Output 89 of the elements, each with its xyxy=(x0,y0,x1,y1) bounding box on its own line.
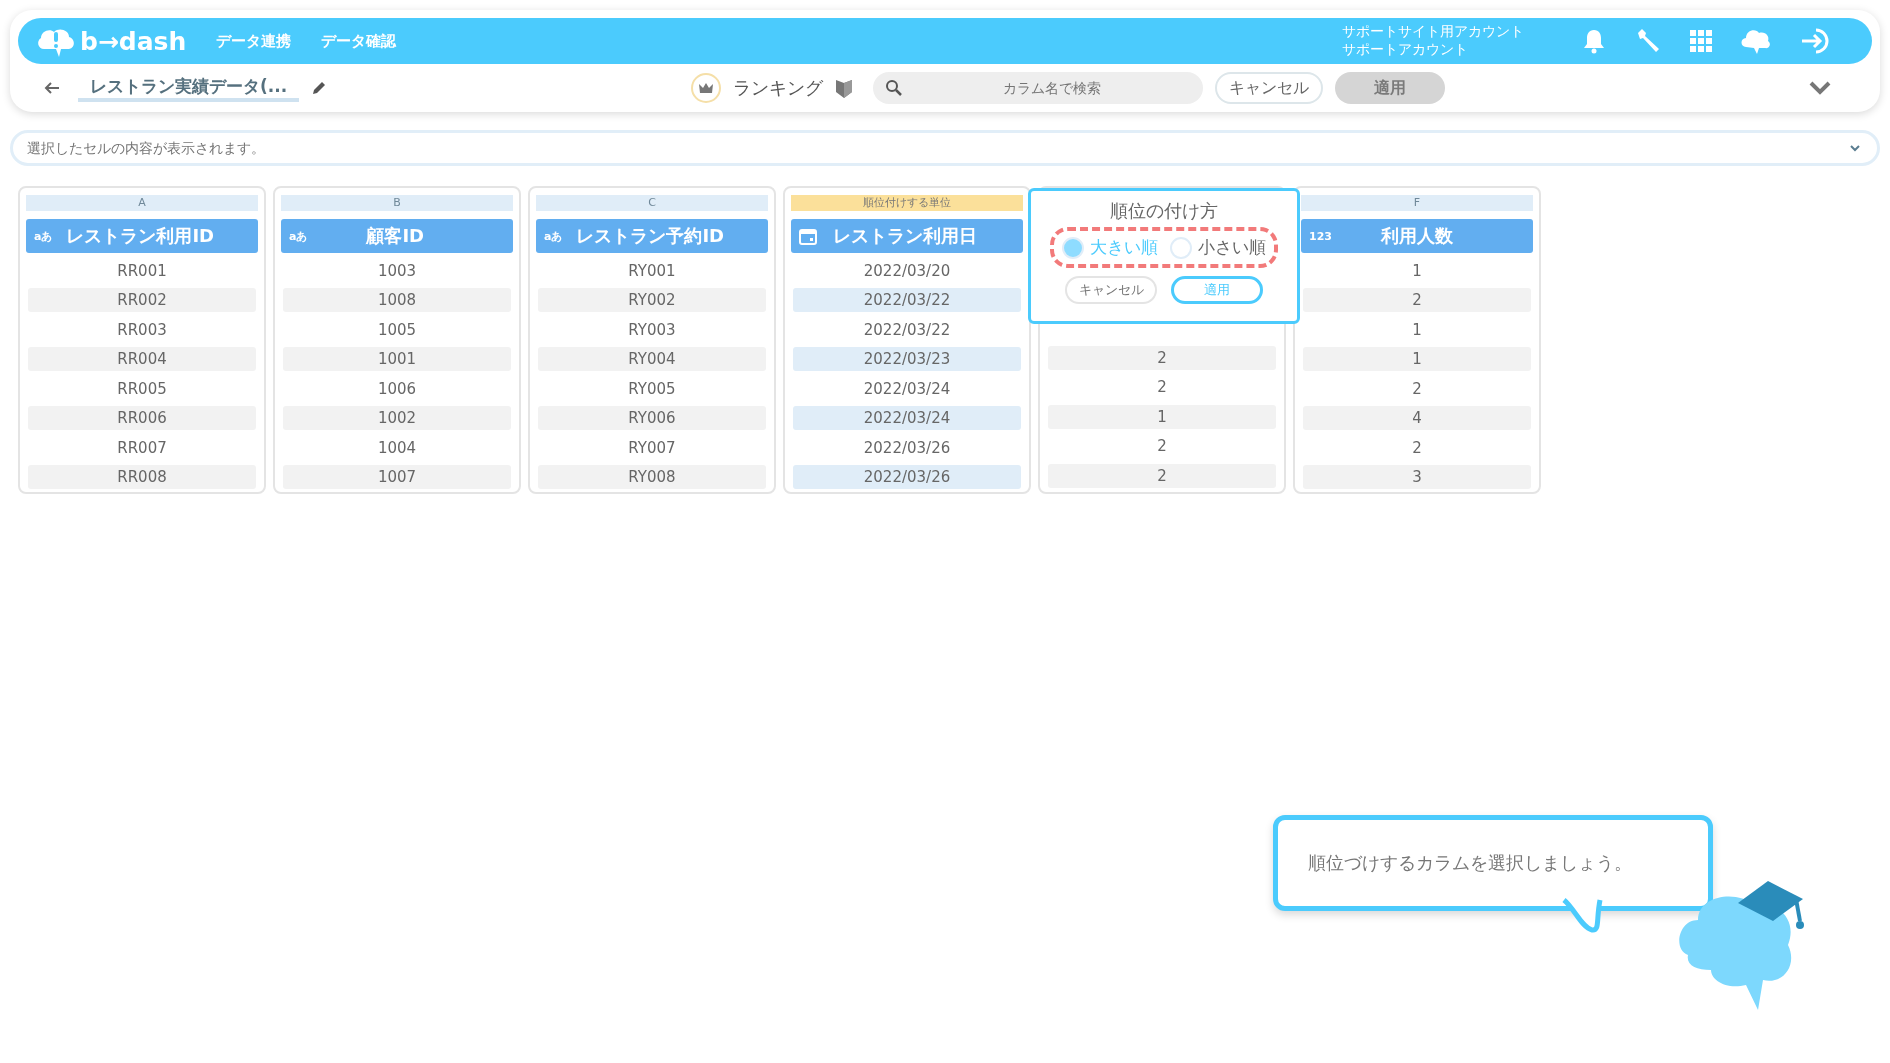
cell-content-field[interactable]: 選択したセルの内容が表示されます。 xyxy=(10,130,1880,166)
table-cell: 1 xyxy=(1048,404,1276,429)
bell-icon[interactable] xyxy=(1582,28,1606,54)
nav-link[interactable]: データ確認 xyxy=(321,31,397,51)
table-cell: 2 xyxy=(1048,345,1276,370)
column-name: 顧客ID xyxy=(365,224,426,248)
number-type-label: 123 xyxy=(1309,229,1332,243)
table-cell-text: 1 xyxy=(1411,319,1423,341)
column-letter: 順位付けする単位 xyxy=(791,195,1023,211)
table-cell-text: RR007 xyxy=(116,437,168,459)
table-cell: 2 xyxy=(1048,463,1276,488)
table-cell: 2022/03/23 xyxy=(793,347,1021,371)
column-letter: A xyxy=(26,195,258,211)
table-cell: 2022/03/26 xyxy=(793,465,1021,489)
table-cell: 2022/03/24 xyxy=(793,406,1021,430)
mode-label: ランキング xyxy=(732,76,823,100)
column-letter: B xyxy=(281,195,513,211)
chevron-down-icon[interactable] xyxy=(1808,80,1832,96)
table-cell: RR004 xyxy=(28,347,256,371)
column-header[interactable]: 123 利用人数 xyxy=(1301,219,1533,253)
table-cell: RR006 xyxy=(28,406,256,430)
table-cell: 1002 xyxy=(283,406,511,430)
table-cell-text: 1006 xyxy=(376,378,418,400)
search-field[interactable]: カラム名で検索 xyxy=(872,72,1203,104)
column-name: レストラン利用ID xyxy=(65,224,216,248)
table-cell-text: RY005 xyxy=(627,378,677,400)
column-name: 利用人数 xyxy=(1379,224,1455,248)
column-header[interactable]: aあ レストラン利用ID xyxy=(26,219,258,253)
logo-text[interactable]: b→dash xyxy=(80,26,187,56)
apply-button[interactable]: 適用 xyxy=(1171,276,1263,304)
table-cell-text: RR003 xyxy=(116,319,168,341)
table-cell: RY002 xyxy=(538,288,766,312)
table-cell: 4 xyxy=(1303,406,1531,430)
table-cell-text: 2 xyxy=(1156,377,1168,398)
table-cell-text: 2022/03/26 xyxy=(862,437,952,459)
calendar-icon xyxy=(799,227,817,245)
text-type-label: aあ xyxy=(289,228,308,244)
table-cell: 1 xyxy=(1303,347,1531,371)
column-letter: F xyxy=(1301,195,1533,211)
table-cell: 1007 xyxy=(283,465,511,489)
text-type-label: aあ xyxy=(34,228,53,244)
table-cell-text: 2022/03/20 xyxy=(862,260,952,282)
column-header[interactable]: aあ レストラン予約ID xyxy=(536,219,768,253)
table-cell-text: 1005 xyxy=(376,319,418,341)
pencil-icon[interactable] xyxy=(311,80,328,96)
table-cell-text: RY003 xyxy=(627,319,677,341)
table-cell-text: 2 xyxy=(1411,437,1423,459)
table-cell: 1001 xyxy=(283,347,511,371)
column-letter: C xyxy=(536,195,768,211)
tip-text: 順位づけするカラムを選択しましょう。 xyxy=(1308,851,1632,875)
nav-link[interactable]: データ連携 xyxy=(216,31,292,51)
cancel-button[interactable]: キャンセル xyxy=(1214,72,1323,104)
account-name: サポートアカウント xyxy=(1342,41,1469,59)
table-cell-text: 2022/03/22 xyxy=(862,319,952,341)
crown-icon xyxy=(690,73,721,103)
table-cell-text: RY007 xyxy=(627,437,677,459)
data-title[interactable]: レストラン実績データ(... xyxy=(78,74,300,102)
table-cell-text: 2 xyxy=(1411,378,1423,400)
column-header[interactable]: aあ 顧客ID xyxy=(281,219,513,253)
table-cell-text: 1004 xyxy=(376,437,418,459)
order-radio[interactable]: 小さい順 xyxy=(1170,236,1266,259)
table-cell-text: 2 xyxy=(1156,436,1168,457)
column-header[interactable]: レストラン利用日 xyxy=(791,219,1023,253)
popup-title: 順位の付け方 xyxy=(1110,199,1218,223)
table-cell: RY004 xyxy=(538,347,766,371)
table-cell-text: 1003 xyxy=(376,260,418,282)
table-cell: RR002 xyxy=(28,288,256,312)
table-cell-text: 2022/03/24 xyxy=(862,378,952,400)
search-icon xyxy=(884,79,903,97)
table-cell: 2 xyxy=(1303,288,1531,312)
text-type-label: aあ xyxy=(544,228,563,244)
cloud-icon[interactable] xyxy=(1740,27,1772,55)
account-name: サポートサイト用アカウント xyxy=(1342,23,1524,41)
grid-icon[interactable] xyxy=(1690,30,1712,52)
column-name: レストラン利用日 xyxy=(832,224,978,248)
back-arrow-icon[interactable] xyxy=(44,81,60,95)
table-cell-text: 1 xyxy=(1411,260,1423,282)
table-cell: 3 xyxy=(1303,465,1531,489)
cancel-button[interactable]: キャンセル xyxy=(1065,276,1157,304)
table-cell: 1008 xyxy=(283,288,511,312)
table-cell-text: RR005 xyxy=(116,378,168,400)
table-cell-text: RR001 xyxy=(116,260,168,282)
table-cell: RY006 xyxy=(538,406,766,430)
table-cell: RR008 xyxy=(28,465,256,489)
table-cell: RY008 xyxy=(538,465,766,489)
column-name: レストラン予約ID xyxy=(575,224,726,248)
table-cell: 2022/03/22 xyxy=(793,288,1021,312)
order-radio[interactable]: 大きい順 xyxy=(1062,236,1158,259)
table-cell-text: RY001 xyxy=(627,260,677,282)
